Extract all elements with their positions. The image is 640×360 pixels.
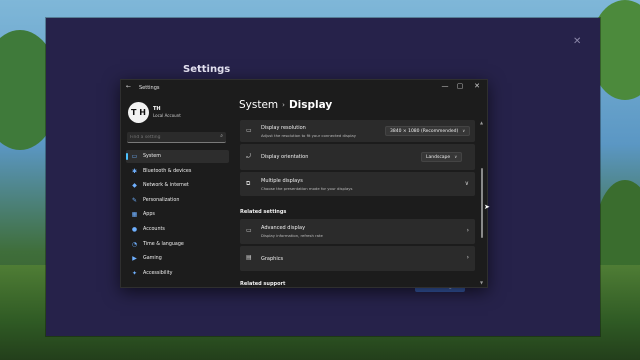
resolution-dropdown[interactable]: 3840 × 1080 (Recommended) ∨ [385,126,471,136]
sidebar-item-apps[interactable]: ▦ Apps [126,208,229,221]
sidebar-item-label: Gaming [143,256,162,262]
sidebar-item-system[interactable]: ▭ System [126,150,229,163]
gaming-icon: ▶ [132,255,137,263]
sidebar-item-time-language[interactable]: ◔ Time & language [126,238,229,251]
orientation-title: Display orientation [261,154,309,160]
search-box[interactable]: ⌕ [127,132,226,143]
sidebar-item-accounts[interactable]: ● Accounts [126,223,229,236]
search-input[interactable] [130,133,210,141]
multiple-displays-card[interactable]: ⧉ Multiple displays Choose the presentat… [240,172,475,196]
multiple-displays-subtitle: Choose the presentation mode for your di… [261,186,353,191]
scrollbar[interactable]: ▲ ▼ [480,120,483,285]
avatar[interactable]: T H [128,102,149,123]
sidebar-item-gaming[interactable]: ▶ Gaming [126,252,229,265]
maximize-button[interactable]: ▢ [453,82,467,90]
multiple-displays-icon: ⧉ [246,180,251,187]
scroll-down-icon[interactable]: ▼ [480,280,483,285]
close-button[interactable]: ✕ [470,82,484,90]
close-icon[interactable]: ✕ [573,36,581,47]
network-icon: ◆ [132,182,137,190]
scroll-thumb[interactable] [481,168,483,238]
minimize-button[interactable]: — [438,82,452,90]
sidebar-nav: ▭ System ✱ Bluetooth & devices ◆ Network… [126,150,229,281]
sidebar-item-label: Bluetooth & devices [143,168,192,174]
scroll-up-icon[interactable]: ▲ [480,120,483,125]
advanced-display-card[interactable]: ▭ Advanced display Display information, … [240,219,475,244]
chevron-right-icon[interactable]: › [467,254,469,261]
chevron-down-icon: ∨ [454,154,458,159]
graphics-icon: ▤ [246,254,252,261]
title-bar: ← Settings — ▢ ✕ [121,80,487,96]
chevron-down-icon: ∨ [462,128,466,133]
resolution-title: Display resolution [261,125,306,131]
sidebar-item-label: Accessibility [143,270,173,276]
breadcrumb: System › Display [239,99,332,111]
window-title: Settings [139,85,160,91]
sidebar-item-bluetooth[interactable]: ✱ Bluetooth & devices [126,165,229,178]
related-support-heading: Related support [240,281,286,287]
accessibility-icon: ✦ [131,269,138,277]
breadcrumb-parent[interactable]: System [239,99,278,111]
resolution-icon: ▭ [246,127,252,134]
advanced-display-subtitle: Display information, refresh rate [261,233,323,238]
personalization-icon: ✎ [131,196,138,204]
monitor-icon: ▭ [246,227,252,234]
sidebar-item-label: Apps [143,212,155,218]
graphics-title: Graphics [261,256,284,262]
clock-icon: ◔ [131,240,138,248]
system-icon: ▭ [131,153,138,160]
sidebar-item-network[interactable]: ◆ Network & internet [126,179,229,192]
user-name: TH [153,106,161,112]
chevron-down-icon[interactable]: ∨ [465,180,469,187]
graphics-card[interactable]: ▤ Graphics › [240,246,475,271]
sidebar-item-accessibility[interactable]: ✦ Accessibility [126,267,229,280]
sidebar-item-label: Network & internet [143,183,189,189]
sidebar-item-label: System [143,154,161,159]
sidebar-item-personalization[interactable]: ✎ Personalization [126,194,229,207]
sidebar-item-label: Accounts [143,226,165,232]
orientation-value: Landscape [426,155,451,160]
breadcrumb-separator: › [282,101,285,109]
multiple-displays-title: Multiple displays [261,178,303,184]
back-arrow-icon[interactable]: ← [126,83,131,90]
bluetooth-icon: ✱ [131,167,138,175]
sidebar-item-label: Personalization [143,197,180,203]
settings-window: ← Settings — ▢ ✕ T H TH Local Account ⌕ … [120,79,488,288]
resolution-value: 3840 × 1080 (Recommended) [390,129,459,134]
sidebar-item-label: Time & language [143,241,184,247]
mouse-cursor-icon: ➤ [484,203,490,211]
display-resolution-card: ▭ Display resolution Adjust the resoluti… [240,120,475,142]
orientation-icon: ⤾ [246,153,251,160]
orientation-dropdown[interactable]: Landscape ∨ [421,152,463,162]
apps-icon: ▦ [131,211,138,219]
search-icon[interactable]: ⌕ [220,133,223,139]
background-window-title: Settings [183,64,231,75]
accounts-icon: ● [131,225,138,233]
account-type: Local Account [153,113,181,118]
resolution-subtitle: Adjust the resolution to fit your connec… [261,133,356,138]
related-settings-heading: Related settings [240,209,287,215]
advanced-display-title: Advanced display [261,225,306,231]
chevron-right-icon[interactable]: › [467,227,469,234]
display-orientation-card: ⤾ Display orientation Landscape ∨ [240,144,475,170]
page-title: Display [288,99,333,111]
